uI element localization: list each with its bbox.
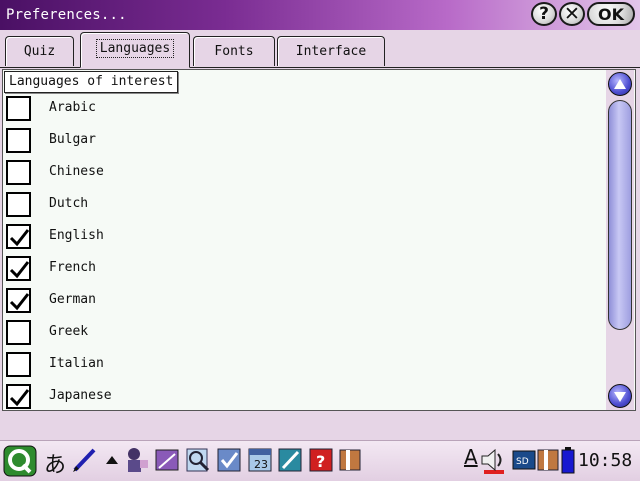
pen-icon[interactable]	[70, 446, 98, 474]
battery-icon[interactable]	[560, 446, 576, 474]
checkmark-icon	[9, 293, 30, 311]
tab-label: Quiz	[23, 44, 56, 59]
checkbox[interactable]	[6, 224, 31, 249]
checkbox[interactable]	[6, 256, 31, 281]
vertical-scrollbar[interactable]	[606, 70, 634, 410]
drawing-icon[interactable]	[276, 446, 304, 474]
arrow-up-icon	[614, 79, 626, 89]
calendar-icon[interactable]: 23	[246, 446, 274, 474]
tab-fonts[interactable]: Fonts	[193, 36, 275, 66]
checklist-icon[interactable]	[215, 446, 243, 474]
language-label: English	[49, 228, 104, 243]
group-label: Languages of interest	[4, 71, 179, 93]
scroll-up-button[interactable]	[608, 72, 632, 96]
scroll-down-button[interactable]	[608, 384, 632, 408]
search-icon[interactable]	[184, 446, 212, 474]
svg-text:SD: SD	[516, 457, 529, 467]
language-label: French	[49, 260, 96, 275]
checkmark-icon	[9, 389, 30, 407]
svg-text:?: ?	[316, 452, 325, 471]
help-button[interactable]: ?	[531, 2, 557, 26]
tab-bar: Quiz Languages Fonts Interface	[0, 30, 640, 68]
language-label: Italian	[49, 356, 104, 371]
tab-interface[interactable]: Interface	[277, 36, 385, 66]
language-label: German	[49, 292, 96, 307]
title-bar: Preferences... ? ✕ OK	[0, 0, 640, 30]
tab-languages[interactable]: Languages	[80, 32, 190, 68]
tab-label: Interface	[295, 44, 367, 59]
close-button[interactable]: ✕	[559, 2, 585, 26]
window-title: Preferences...	[6, 7, 127, 23]
help-icon[interactable]: ?	[307, 446, 335, 474]
language-label: Dutch	[49, 196, 89, 211]
checkbox[interactable]	[6, 352, 31, 377]
scroll-thumb[interactable]	[608, 100, 632, 330]
clock: 10:58	[578, 450, 633, 471]
arrow-up-icon[interactable]	[104, 446, 120, 474]
input-method-icon[interactable]: あ	[44, 447, 66, 479]
book-icon[interactable]	[336, 446, 364, 474]
volume-icon[interactable]	[479, 446, 507, 474]
language-label: Chinese	[49, 164, 104, 179]
checkbox[interactable]	[6, 192, 31, 217]
user-icon[interactable]	[122, 446, 150, 474]
svg-text:23: 23	[254, 458, 268, 471]
language-label: Japanese	[49, 388, 112, 403]
language-label: Arabic	[49, 100, 96, 115]
checkbox[interactable]	[6, 96, 31, 121]
tab-label: Languages	[95, 39, 175, 58]
tab-label: Fonts	[214, 44, 254, 59]
arrow-down-icon	[614, 392, 626, 402]
qtopia-start-icon[interactable]	[3, 445, 37, 477]
checkbox[interactable]	[6, 160, 31, 185]
language-label: Bulgar	[49, 132, 96, 147]
book-icon[interactable]	[534, 446, 562, 474]
checkmark-icon	[9, 229, 30, 247]
ok-button[interactable]: OK	[587, 2, 635, 26]
notepad-icon[interactable]	[153, 446, 181, 474]
checkbox[interactable]	[6, 288, 31, 313]
checkmark-icon	[9, 261, 30, 279]
checkbox[interactable]	[6, 384, 31, 409]
tab-quiz[interactable]: Quiz	[5, 36, 74, 66]
language-label: Greek	[49, 324, 89, 339]
checkbox[interactable]	[6, 320, 31, 345]
checkbox[interactable]	[6, 128, 31, 153]
text-tool-icon[interactable]: A	[464, 445, 478, 469]
